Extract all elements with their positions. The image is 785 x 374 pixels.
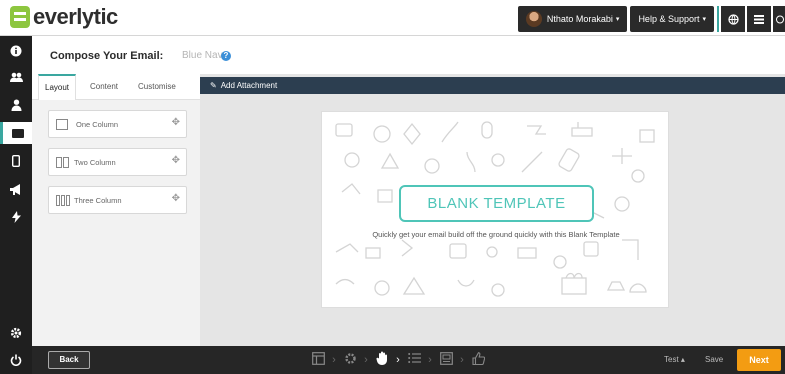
bolt-icon[interactable] [0,206,32,228]
tab-content[interactable]: Content [84,74,124,100]
layout-three-column[interactable]: Three Column ✥ [48,186,187,214]
logo-mark-icon [10,6,30,28]
two-column-icon [56,157,70,168]
bottom-bar: Back › › › › › Test ▴ Save Next [32,346,785,374]
layout-two-column[interactable]: Two Column ✥ [48,148,187,176]
tab-layout[interactable]: Layout [38,74,77,101]
chevron-right-icon: › [396,353,400,366]
help-support-label: Help & Support [638,14,700,24]
layout-one-column[interactable]: One Column ✥ [48,110,187,138]
chevron-up-icon: ▴ [680,355,685,364]
drag-handle-icon[interactable]: ✥ [172,155,180,166]
sidebar [0,36,32,374]
help-icon[interactable]: ? [221,51,231,61]
user-icon[interactable] [0,94,32,116]
blank-template-card[interactable]: BLANK TEMPLATE Quickly get your email bu… [321,111,669,308]
add-attachment-label: Add Attachment [220,81,278,90]
user-name: Nthato Morakabi [546,14,613,24]
top-bar: everlytic Nthato Morakabi ▾ Help & Suppo… [0,0,785,36]
builder-panel: Layout Content Customise One Column ✥ Tw… [32,74,200,346]
test-label: Test [664,355,679,364]
next-button[interactable]: Next [737,349,781,371]
grid-icon[interactable] [747,6,771,32]
thumbs-up-step-icon[interactable] [468,351,488,368]
list-step-icon[interactable] [404,352,424,367]
chevron-down-icon: ▾ [615,16,620,23]
chevron-down-icon: ▾ [702,16,706,23]
one-column-icon [56,119,69,130]
drag-handle-icon[interactable]: ✥ [172,193,180,204]
test-button[interactable]: Test ▴ [664,355,685,364]
megaphone-icon[interactable] [0,178,32,200]
email-name: Blue Nav [182,50,223,61]
user-menu-button[interactable]: Nthato Morakabi ▾ [517,6,628,32]
power-icon[interactable] [0,349,32,371]
chevron-right-icon: › [364,353,368,366]
chevron-right-icon: › [332,353,336,366]
blank-template-description: Quickly get your email build off the gro… [372,230,620,239]
step-progress: › › › › › [308,351,488,368]
tab-customise[interactable]: Customise [132,74,182,100]
preview-step-icon[interactable] [436,351,456,368]
avatar [525,11,542,27]
page-title: Compose Your Email: [50,50,164,62]
add-attachment-button[interactable]: ✎ Add Attachment [200,77,785,94]
save-button[interactable]: Save [705,355,723,364]
back-button[interactable]: Back [48,351,90,369]
divider [717,6,719,32]
mobile-icon[interactable] [0,150,32,172]
contacts-icon[interactable] [0,66,32,88]
settings-icon[interactable] [0,322,32,344]
settings-step-icon[interactable] [340,352,360,368]
email-icon[interactable] [0,122,32,144]
email-canvas: ✎ Add Attachment BLANK TEMPLATE Quickly … [200,74,785,346]
logo-text: everlytic [33,4,118,29]
panel-tabs: Layout Content Customise [32,74,200,101]
layout-label: One Column [76,120,119,129]
blank-template-title: BLANK TEMPLATE [399,185,594,222]
layout-label: Two Column [74,158,116,167]
chevron-right-icon: › [428,353,432,366]
layout-step-icon[interactable] [308,351,328,368]
top-right-controls: Nthato Morakabi ▾ Help & Support ▾ [515,6,785,32]
info-icon[interactable] [0,40,32,62]
drag-handle-icon[interactable]: ✥ [172,117,180,128]
layout-label: Three Column [74,196,122,205]
three-column-icon [56,195,71,206]
layout-list: One Column ✥ Two Column ✥ Three Column ✥ [32,100,200,346]
chevron-right-icon: › [460,353,464,366]
everlytic-logo[interactable]: everlytic [10,6,118,28]
paperclip-icon: ✎ [210,81,217,90]
chat-icon[interactable] [773,6,785,32]
hand-step-icon[interactable] [372,351,392,368]
globe-icon[interactable] [721,6,745,32]
help-support-button[interactable]: Help & Support ▾ [630,6,714,32]
compose-header: Compose Your Email: Blue Nav ? [32,36,785,74]
